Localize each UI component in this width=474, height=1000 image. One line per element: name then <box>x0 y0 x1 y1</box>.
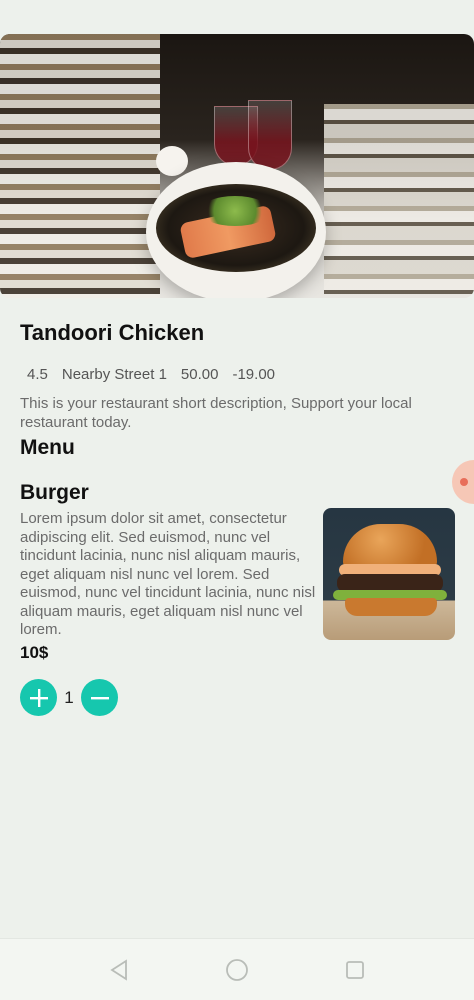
restaurant-rating: 4.5 <box>27 366 48 383</box>
restaurant-value-2: -19.00 <box>232 366 276 383</box>
decrement-button[interactable] <box>81 679 118 716</box>
floating-assistant-button[interactable] <box>452 460 474 504</box>
nav-back-button[interactable] <box>101 952 137 988</box>
plus-icon <box>29 688 48 707</box>
circle-home-icon <box>226 958 248 981</box>
wine-glass <box>248 100 292 170</box>
burger-bun-top <box>343 524 437 568</box>
menu-item-image <box>323 508 455 640</box>
flower-decoration <box>156 146 188 176</box>
restaurant-description: This is your restaurant short descriptio… <box>20 395 412 431</box>
square-recents-icon <box>346 960 364 979</box>
dot-icon <box>460 478 468 486</box>
nav-recents-button[interactable] <box>337 952 373 988</box>
garnish <box>200 196 270 226</box>
restaurant-meta: 4.5 Nearby Street 1 50.00 -19.00 <box>27 366 275 383</box>
hero-image-glitch-left <box>0 34 160 298</box>
restaurant-hero-image <box>0 34 474 298</box>
hero-image-glitch-right <box>324 104 474 294</box>
restaurant-screen: Tandoori Chicken 4.5 Nearby Street 1 50.… <box>0 0 474 1000</box>
increment-button[interactable] <box>20 679 57 716</box>
quantity-stepper: 1 <box>20 679 118 716</box>
menu-heading: Menu <box>20 436 75 459</box>
restaurant-address: Nearby Street 1 <box>61 366 167 383</box>
system-navigation-bar <box>0 938 474 1000</box>
menu-item-name: Burger <box>20 481 89 504</box>
menu-item-description: Lorem ipsum dolor sit amet, consectetur … <box>20 510 316 638</box>
nav-home-button[interactable] <box>219 952 255 988</box>
menu-item-price: 10$ <box>20 643 49 662</box>
minus-icon <box>90 696 109 699</box>
burger-bun-bottom <box>345 598 437 616</box>
restaurant-value-1: 50.00 <box>180 366 219 383</box>
quantity-value: 1 <box>64 687 74 707</box>
triangle-back-icon <box>110 958 127 981</box>
restaurant-name: Tandoori Chicken <box>20 320 205 345</box>
